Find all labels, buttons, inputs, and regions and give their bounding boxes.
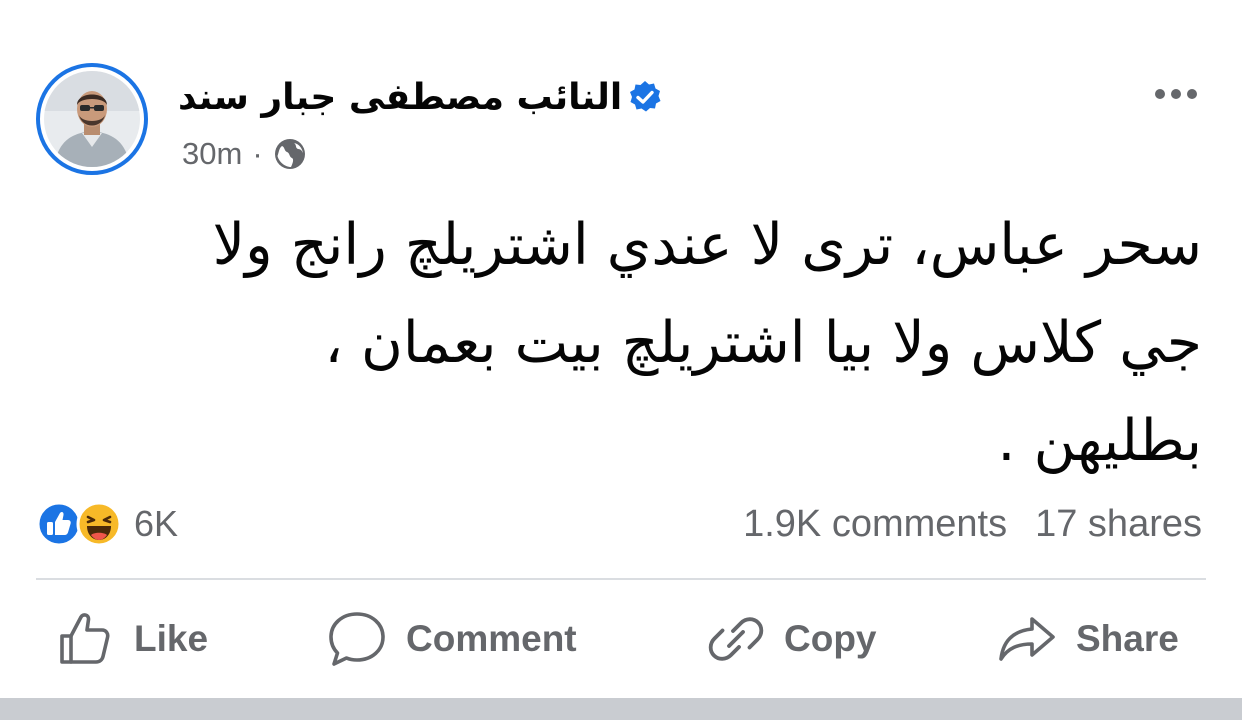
meta-separator: · [252, 136, 263, 171]
link-icon [708, 617, 764, 661]
reaction-summary[interactable]: 6K [36, 500, 178, 548]
author-row: النائب مصطفى جبار سند [178, 72, 662, 122]
more-dot [1155, 89, 1165, 99]
haha-reaction-icon [76, 501, 122, 547]
engagement-stats: 1.9K comments 17 shares [743, 500, 1202, 548]
comment-button[interactable]: Comment [326, 606, 577, 672]
like-label: Like [134, 618, 209, 659]
more-dot [1187, 89, 1197, 99]
share-button[interactable]: Share [996, 606, 1179, 672]
share-label: Share [1076, 618, 1179, 659]
like-button[interactable]: Like [56, 606, 208, 672]
author-name[interactable]: النائب مصطفى جبار سند [178, 77, 622, 118]
more-options-icon[interactable] [1148, 80, 1204, 108]
share-count[interactable]: 17 shares [1035, 503, 1202, 546]
share-arrow-icon [999, 617, 1055, 661]
avatar[interactable] [44, 71, 140, 167]
globe-icon[interactable] [273, 137, 307, 171]
comment-icon [329, 612, 385, 666]
post-time[interactable]: 30m [182, 136, 242, 172]
copy-label: Copy [784, 618, 877, 659]
post-meta: 30m · [182, 134, 307, 174]
reaction-count: 6K [134, 503, 179, 544]
comment-label: Comment [406, 618, 577, 659]
thumbs-up-icon [60, 613, 110, 664]
comment-count[interactable]: 1.9K comments [743, 503, 1007, 546]
more-dot [1171, 89, 1181, 99]
divider [36, 578, 1206, 580]
post-text: سحر عباس، ترى لا عندي اشتريلچ رانج ولا ج… [212, 212, 1202, 474]
feed-separator [0, 698, 1242, 720]
verified-badge-icon [630, 81, 661, 112]
copy-button[interactable]: Copy [706, 606, 877, 672]
